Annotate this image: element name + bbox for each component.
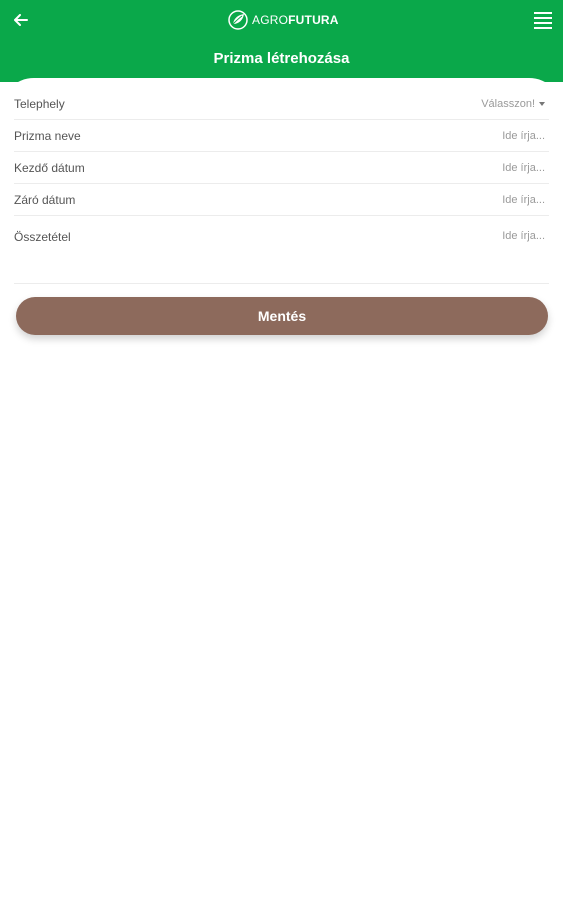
logo-text-agro: AGRO <box>252 13 289 27</box>
prism-form: Telephely Válasszon! Prizma neve Ide írj… <box>14 88 549 284</box>
leaf-logo-icon <box>228 10 248 30</box>
prism-name-input[interactable]: Ide írja... <box>502 130 549 142</box>
start-date-input[interactable]: Ide írja... <box>502 162 549 174</box>
hamburger-menu-icon <box>534 12 552 29</box>
field-label: Prizma neve <box>14 128 81 143</box>
save-button[interactable]: Mentés <box>16 297 548 335</box>
field-kezdo-datum[interactable]: Kezdő dátum Ide írja... <box>14 152 549 184</box>
field-label: Kezdő dátum <box>14 160 85 175</box>
field-prizma-neve[interactable]: Prizma neve Ide írja... <box>14 120 549 152</box>
field-label: Összetétel <box>14 230 71 244</box>
field-label: Záró dátum <box>14 192 76 207</box>
field-telephely[interactable]: Telephely Válasszon! <box>14 88 549 120</box>
field-label: Telephely <box>14 96 65 111</box>
page-title: Prizma létrehozása <box>213 50 350 67</box>
menu-button[interactable] <box>532 11 554 31</box>
site-select[interactable]: Válasszon! <box>481 98 549 110</box>
arrow-left-icon <box>14 14 28 26</box>
end-date-input[interactable]: Ide írja... <box>502 194 549 206</box>
logo-text: AGROFUTURA <box>252 13 339 27</box>
composition-textarea[interactable]: Ide írja... <box>502 230 549 242</box>
field-zaro-datum[interactable]: Záró dátum Ide írja... <box>14 184 549 216</box>
back-button[interactable] <box>10 10 32 30</box>
chevron-down-icon <box>539 101 545 106</box>
field-osszetetel[interactable]: Összetétel Ide írja... <box>14 216 549 284</box>
site-select-value: Válasszon! <box>481 97 535 110</box>
app-logo: AGROFUTURA <box>228 8 340 32</box>
logo-text-futura: FUTURA <box>288 13 339 27</box>
